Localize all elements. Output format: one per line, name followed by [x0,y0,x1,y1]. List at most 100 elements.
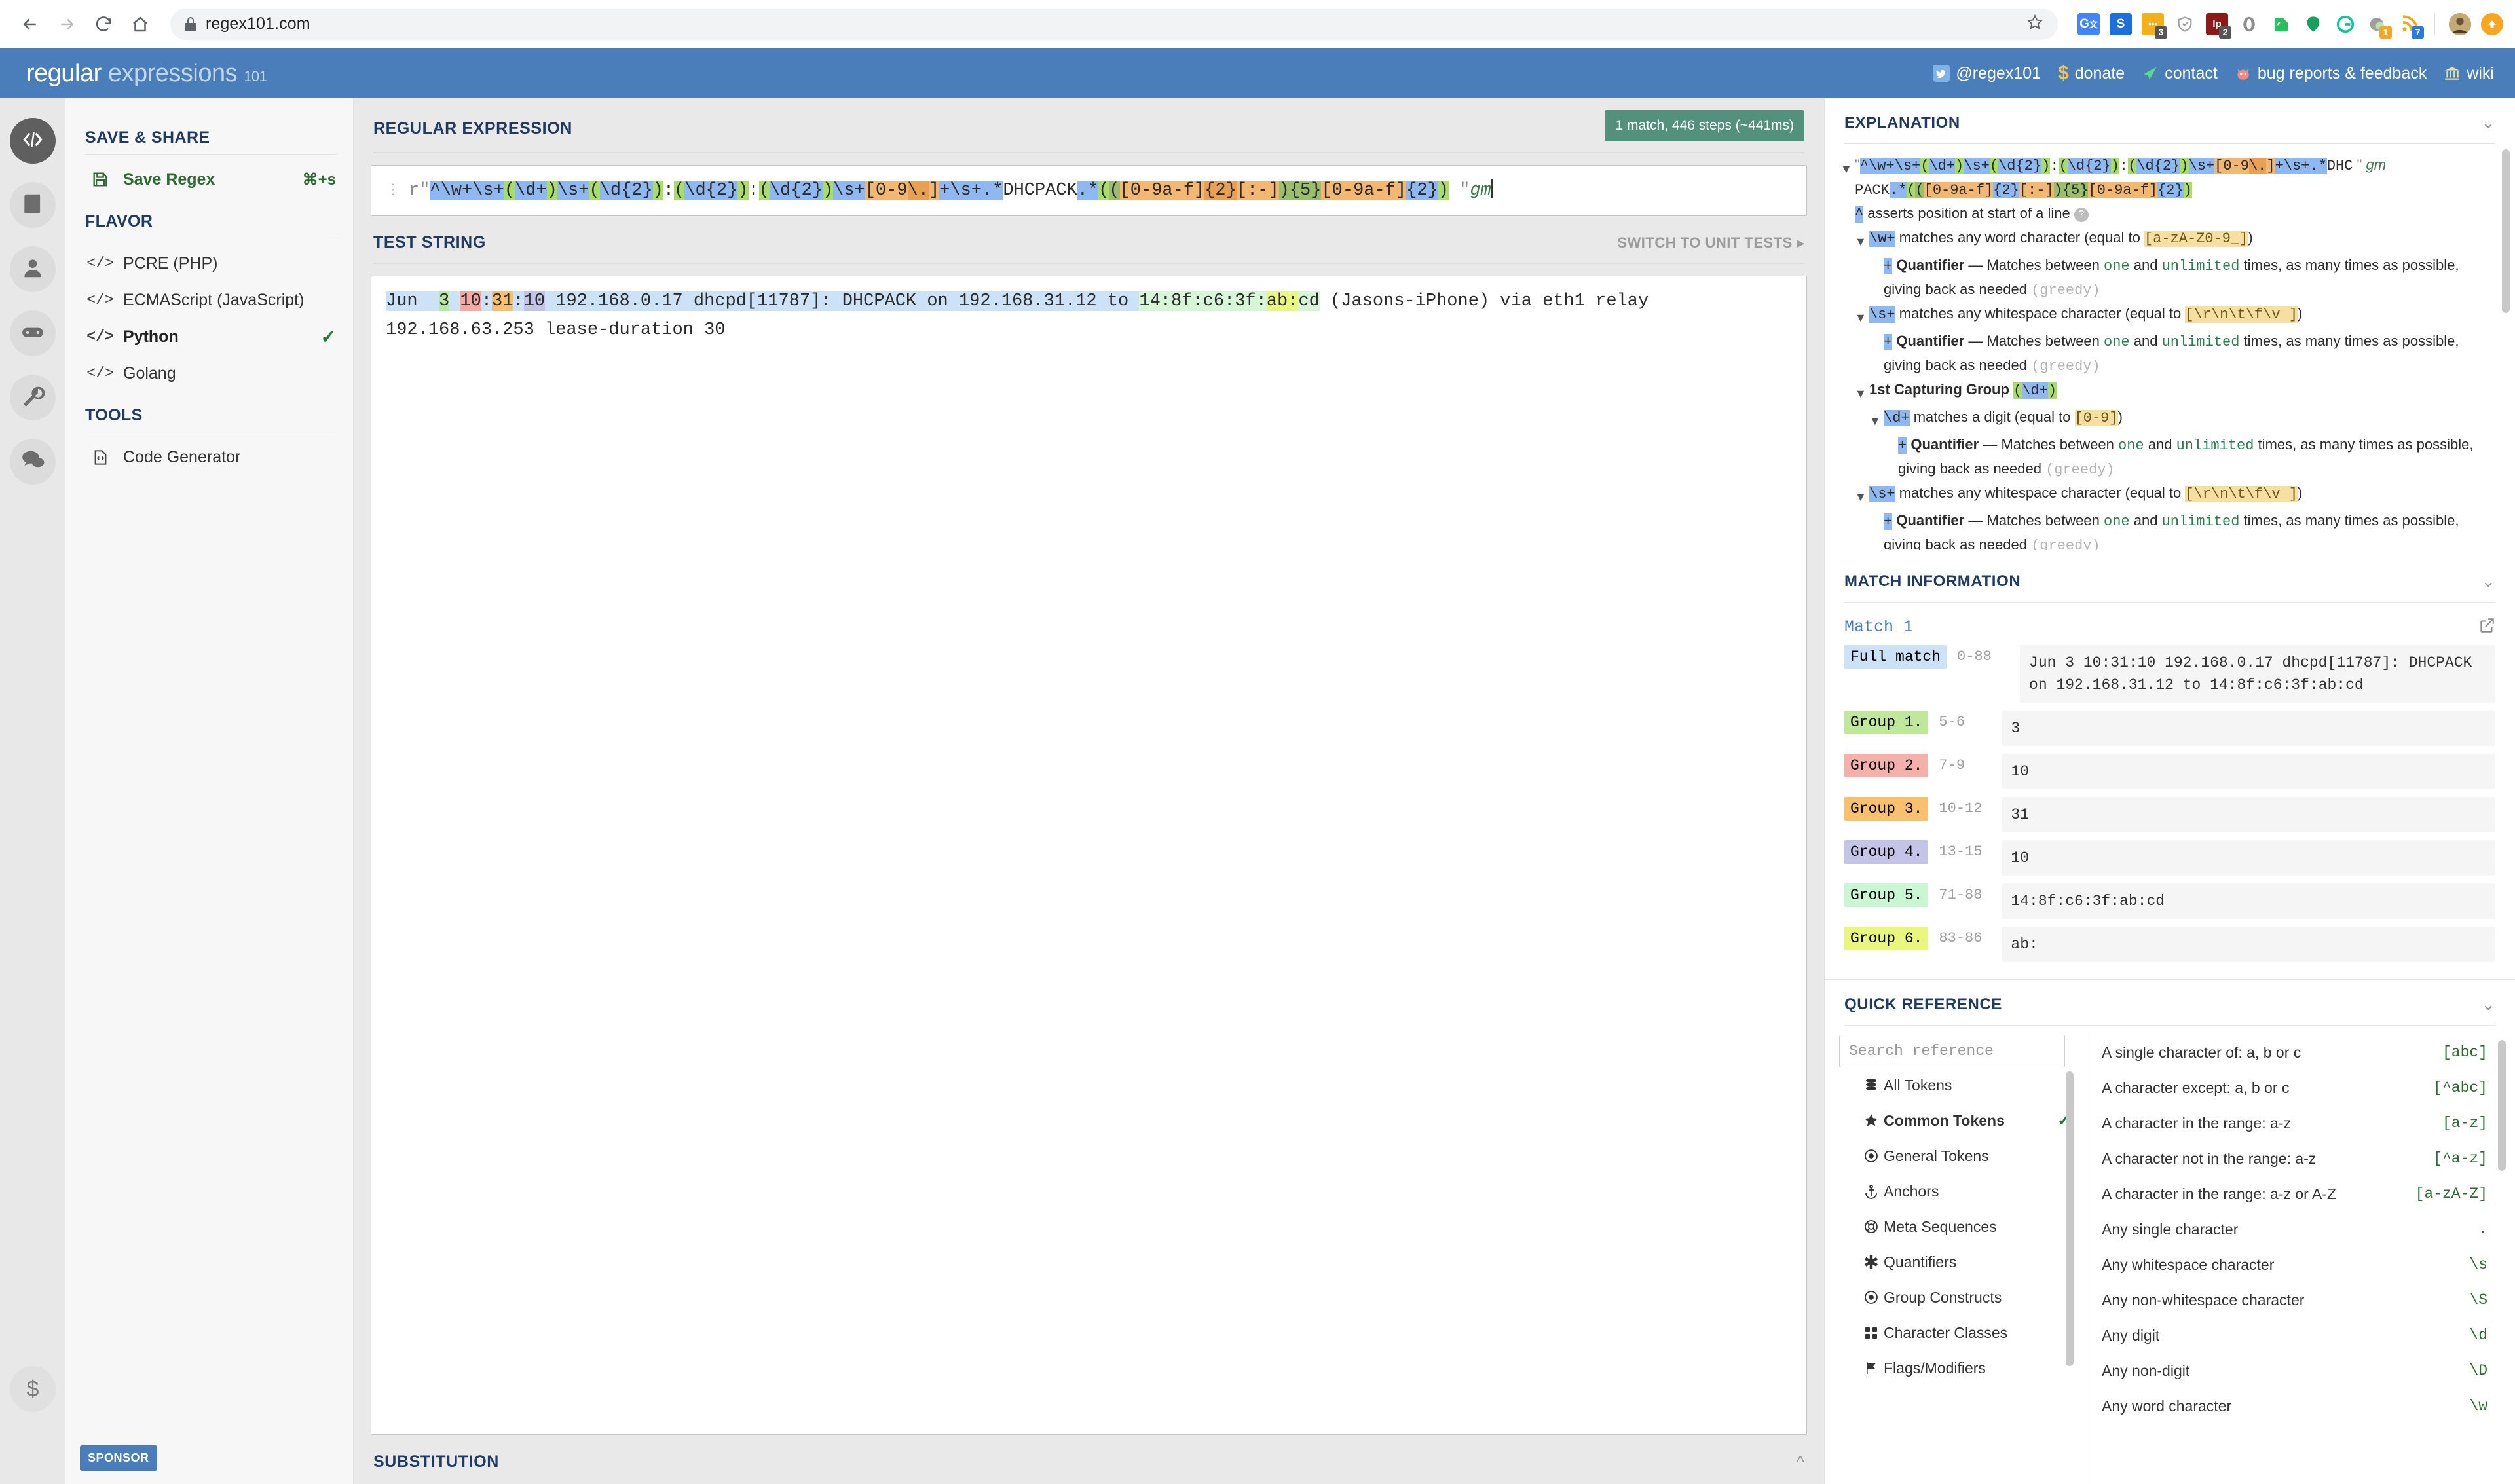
regex-pattern-text: r"^\w+\s+(\d+)\s+(\d{2}):(\d{2}):(\d{2})… [409,176,1792,205]
sidebar-item-code-generator[interactable]: Code Generator [65,439,353,475]
qr-entry[interactable]: A character not in the range: a-z [^a-z] [2102,1141,2515,1176]
qr-entries-scrollbar[interactable] [2498,1040,2506,1171]
qr-entry[interactable]: A character in the range: a-z [a-z] [2102,1105,2515,1141]
qr-category-group-constructs[interactable]: Group Constructs [1839,1280,2087,1315]
match-value: 3 [2002,711,2495,746]
match-tag: Group 5. [1844,883,1929,907]
chevron-down-icon[interactable]: ⌄ [2481,113,2495,133]
test-string-input[interactable]: Jun 3 10:31:10 192.168.0.17 dhcpd[11787]… [371,276,1807,1435]
explanation-entry: ^ asserts position at start of a line ? [1840,202,2495,226]
qr-entry[interactable]: Any word character \w [2102,1388,2515,1424]
explanation-word-unlimited: unlimited [2161,513,2240,530]
qr-entry[interactable]: A character except: a, b or c [^abc] [2102,1070,2515,1105]
help-icon[interactable]: ? [2074,208,2089,222]
header-link-twitter[interactable]: @regex101 [1933,64,2041,83]
qr-entry[interactable]: Any non-digit \D [2102,1353,2515,1388]
qr-entry[interactable]: Any whitespace character \s [2102,1247,2515,1282]
avatar[interactable] [2449,12,2471,35]
quick-reference-content: Search reference All Tokens Common Token… [1825,1026,2515,1484]
drag-handle-icon[interactable]: ⋮ [386,176,402,205]
triangle-down-icon[interactable]: ▼ [1855,378,1869,405]
rail-library[interactable] [10,182,56,228]
match-value: ab: [2002,927,2495,962]
sidebar-item-ecmascript[interactable]: </> ECMAScript (JavaScript) [65,282,353,318]
triangle-down-icon[interactable]: ▼ [1869,405,1884,433]
extension-shield[interactable] [2174,12,2196,35]
home-icon[interactable] [122,6,158,43]
switch-to-unit-tests-button[interactable]: SWITCH TO UNIT TESTS ▸ [1617,234,1804,251]
chevron-down-icon[interactable]: ⌄ [2481,571,2495,591]
match-status-badge: 1 match, 446 steps (~441ms) [1605,110,1804,141]
qr-entry-desc: Any non-digit [2102,1362,2190,1379]
export-icon[interactable] [2478,617,2495,637]
regex-input[interactable]: ⋮ r"^\w+\s+(\d+)\s+(\d{2}):(\d{2}):(\d{2… [371,165,1807,216]
bookmark-star-icon[interactable] [2026,14,2043,34]
qr-entry[interactable]: Any digit \d [2102,1318,2515,1353]
reload-icon[interactable] [85,6,122,43]
qr-category-flags-modifiers[interactable]: Flags/Modifiers [1839,1350,2087,1386]
match-value: 10 [2002,840,2495,876]
rail-regex-editor[interactable] [10,118,56,164]
extension-pocket[interactable]: 1 [2366,13,2392,39]
forward-arrow-icon[interactable] [48,6,85,43]
extension-rss[interactable]: 7 [2398,13,2424,39]
rail-account[interactable] [10,246,56,292]
qr-category-character-classes[interactable]: Character Classes [1839,1315,2087,1350]
triangle-down-icon[interactable]: ▼ [1855,226,1869,253]
lifebuoy-icon [1859,1219,1884,1234]
header-link-label: @regex101 [1956,64,2041,83]
site-logo[interactable]: regular expressions 101 [26,60,267,88]
rail-quiz[interactable] [10,310,56,356]
sidebar-item-python[interactable]: </> Python ✓ [65,318,353,355]
search-reference-input[interactable]: Search reference [1839,1035,2065,1067]
back-arrow-icon[interactable] [12,6,48,43]
qr-category-meta-sequences[interactable]: Meta Sequences [1839,1209,2087,1244]
header-link-donate[interactable]: $ donate [2058,62,2125,84]
rail-tools[interactable] [10,375,56,420]
qr-entry[interactable]: A single character of: a, b or c [abc] [2102,1035,2515,1070]
extension-grammarly[interactable] [2334,13,2357,35]
logo-sub: expressions [107,59,238,87]
triangle-down-icon[interactable]: ▼ [1855,481,1869,509]
qr-category-general-tokens[interactable]: General Tokens [1839,1138,2087,1174]
extension-notes[interactable]: ••• 3 [2142,12,2167,39]
extension-evernote-clip[interactable] [2302,13,2324,35]
qr-category-scrollbar[interactable] [2066,1071,2074,1366]
qr-category-all-tokens[interactable]: All Tokens [1839,1067,2087,1103]
qr-entry-code: \w [2469,1398,2487,1415]
flag-icon [1859,1360,1884,1376]
url-bar[interactable]: regex101.com [170,8,2058,40]
header-link-bugs[interactable]: bug reports & feedback [2235,64,2427,83]
sponsor-badge[interactable]: SPONSOR [80,1445,157,1471]
triangle-down-icon[interactable]: ▼ [1840,153,1855,181]
extension-scribd[interactable]: S [2110,12,2132,35]
sidebar-item-save-regex[interactable]: Save Regex ⌘+s [65,161,353,198]
sidebar-item-pcre[interactable]: </> PCRE (PHP) [65,245,353,282]
qr-entry[interactable]: Any non-whitespace character \S [2102,1282,2515,1318]
header-link-wiki[interactable]: wiki [2444,64,2494,83]
explanation-scrollbar[interactable] [2502,149,2510,313]
triangle-down-icon[interactable]: ▼ [1855,302,1869,329]
extension-evernote[interactable] [2270,13,2292,35]
extension-opera[interactable] [2238,12,2260,35]
sidebar-item-golang[interactable]: </> Golang [65,355,353,392]
match-index-label[interactable]: Match 1 [1844,618,1913,637]
qr-entry[interactable]: Any single character. [2102,1212,2515,1247]
qr-category-anchors[interactable]: Anchors [1839,1174,2087,1209]
chevron-down-icon[interactable]: ⌄ [2481,994,2495,1014]
header-link-contact[interactable]: contact [2142,64,2218,83]
grid-icon [1859,1325,1884,1341]
rail-community[interactable] [10,439,56,485]
qr-entry-code: [a-zA-Z] [2415,1185,2487,1202]
qr-category-common-tokens[interactable]: Common Tokens ✓ [1839,1103,2087,1138]
extension-google-translate[interactable]: G文 [2077,12,2100,35]
qr-category-label: Anchors [1884,1182,1939,1200]
match-information-header: MATCH INFORMATION ⌄ [1825,557,2515,591]
qr-entry[interactable]: A character in the range: a-z or A-Z [a-z… [2102,1176,2515,1212]
extension-lastpass[interactable]: lp 2 [2206,12,2231,39]
qr-category-quantifiers[interactable]: ✱ Quantifiers [1839,1244,2087,1280]
rail-sponsor[interactable]: $ [10,1366,56,1412]
qr-entry-code: \d [2469,1327,2487,1344]
chevron-up-icon[interactable]: ^ [1797,1452,1804,1472]
browser-menu-icon[interactable] [2481,12,2503,35]
